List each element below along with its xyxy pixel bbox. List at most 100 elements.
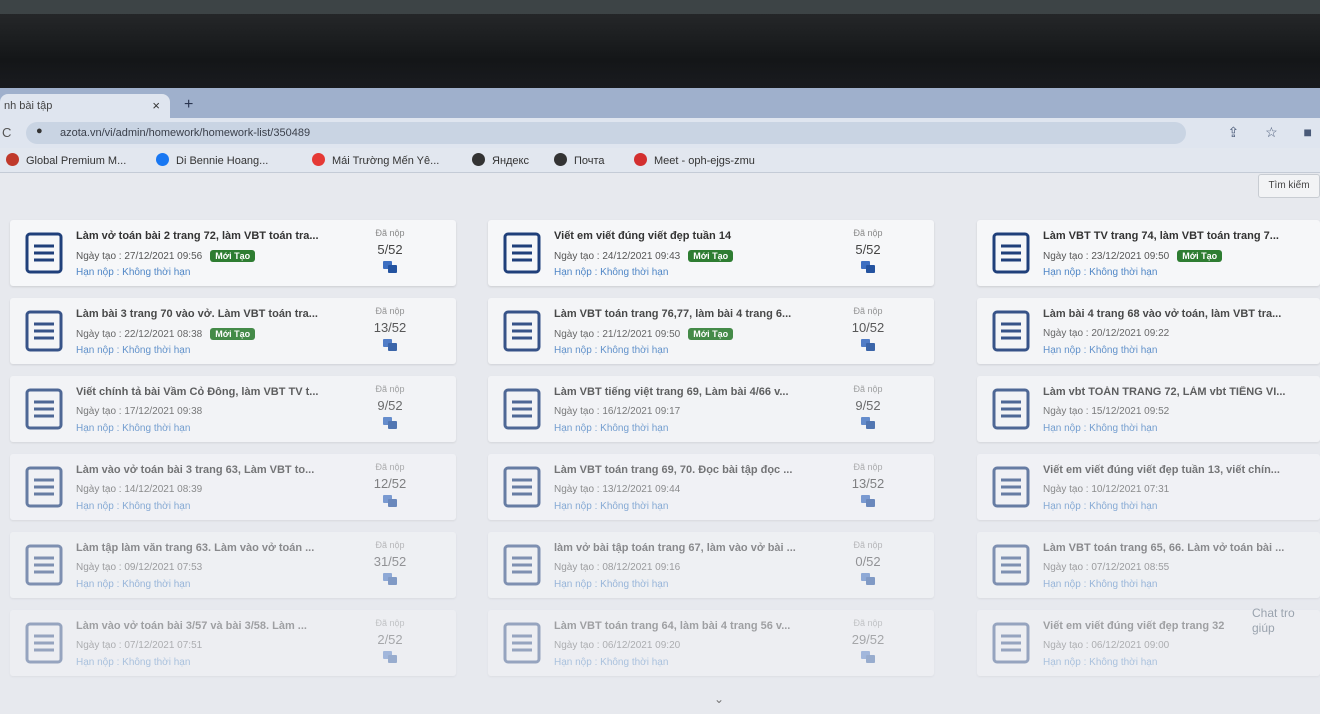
created-date: Ngày tạo : 13/12/2021 09:44 — [554, 484, 680, 495]
homework-card[interactable]: Làm vở toán bài 2 trang 72, làm VBT toán… — [10, 220, 456, 286]
created-label: Ngày tạo : — [1043, 406, 1092, 417]
homework-title[interactable]: Làm vở toán bài 2 trang 72, làm VBT toán… — [76, 230, 346, 242]
homework-card[interactable]: Làm tập làm văn trang 63. Làm vào vở toá… — [10, 532, 456, 598]
reload-icon[interactable]: C — [2, 125, 11, 140]
homework-title[interactable]: Làm tập làm văn trang 63. Làm vào vở toá… — [76, 542, 346, 554]
chat-help-hint[interactable]: Chat tro giúp — [1252, 606, 1318, 636]
copy-icon[interactable] — [861, 495, 875, 507]
homework-title[interactable]: Làm bài 4 trang 68 vào vở toán, làm VBT … — [1043, 308, 1313, 320]
homework-title[interactable]: Làm VBT toán trang 69, 70. Đọc bài tập đ… — [554, 464, 824, 476]
new-badge: Mới Tạo — [210, 250, 256, 262]
document-icon — [502, 310, 542, 352]
homework-card[interactable]: Làm VBT toán trang 64, làm bài 4 trang 5… — [488, 610, 934, 676]
new-badge: Mới Tạo — [688, 250, 734, 262]
homework-title[interactable]: Làm vbt TOÁN TRANG 72, LÀM vbt TIẾNG VI.… — [1043, 386, 1313, 398]
homework-title[interactable]: Viết chính tả bài Vầm Cỏ Đông, làm VBT T… — [76, 386, 346, 398]
created-value: 06/12/2021 09:00 — [1091, 640, 1170, 651]
copy-icon[interactable] — [861, 417, 875, 429]
homework-title[interactable]: Làm VBT toán trang 76,77, làm bài 4 tran… — [554, 308, 824, 320]
homework-title[interactable]: làm vở bài tập toán trang 67, làm vào vở… — [554, 542, 824, 554]
homework-title[interactable]: Viết em viết đúng viết đẹp tuần 14 — [554, 230, 824, 242]
submitted-label: Đã nộp — [375, 384, 405, 394]
submission-stats: Đã nộp 9/52 — [838, 384, 898, 429]
chevron-down-icon[interactable]: ⌄ — [714, 692, 724, 706]
deadline-text: Hạn nộp : Không thời hạn — [1043, 579, 1158, 590]
homework-card[interactable]: Làm vào vở toán bài 3/57 và bài 3/58. Là… — [10, 610, 456, 676]
created-label: Ngày tạo : — [554, 251, 603, 262]
homework-title[interactable]: Làm bài 3 trang 70 vào vở. Làm VBT toán … — [76, 308, 346, 320]
copy-icon[interactable] — [383, 573, 397, 585]
deadline-text: Hạn nộp : Không thời hạn — [76, 657, 191, 668]
copy-icon[interactable] — [861, 339, 875, 351]
homework-title[interactable]: Làm vào vở toán bài 3 trang 63, Làm VBT … — [76, 464, 346, 476]
document-icon — [502, 232, 542, 274]
share-icon[interactable]: ⇪ — [1227, 124, 1239, 140]
homework-title[interactable]: Làm VBT toán trang 65, 66. Làm vở toán b… — [1043, 542, 1313, 554]
bookmark-item[interactable]: Яндекс — [472, 153, 529, 167]
tab-bar: nh bài tập × + — [0, 88, 1320, 118]
submission-stats: Đã nộp 5/52 — [838, 228, 898, 273]
copy-icon[interactable] — [383, 417, 397, 429]
copy-icon[interactable] — [383, 651, 397, 663]
bezel-top-strip — [0, 0, 1320, 14]
document-icon — [24, 544, 64, 586]
new-badge: Mới Tạo — [1177, 250, 1223, 262]
copy-icon[interactable] — [861, 261, 875, 273]
homework-title[interactable]: Làm VBT tiếng việt trang 69, Làm bài 4/6… — [554, 386, 824, 398]
created-label: Ngày tạo : — [76, 329, 125, 340]
homework-card[interactable]: Làm VBT toán trang 76,77, làm bài 4 tran… — [488, 298, 934, 364]
created-value: 23/12/2021 09:50 — [1091, 251, 1170, 262]
copy-icon[interactable] — [383, 261, 397, 273]
lock-icon: ● — [36, 125, 43, 137]
homework-card[interactable]: Viết em viết đúng viết đẹp tuần 14 Ngày t… — [488, 220, 934, 286]
submission-stats: Đã nộp 29/52 — [838, 618, 898, 663]
submitted-label: Đã nộp — [375, 228, 405, 238]
submitted-label: Đã nộp — [853, 384, 883, 394]
copy-icon[interactable] — [861, 651, 875, 663]
close-icon[interactable]: × — [152, 98, 160, 113]
star-icon[interactable]: ☆ — [1265, 124, 1278, 140]
homework-card[interactable]: Làm vào vở toán bài 3 trang 63, Làm VBT … — [10, 454, 456, 520]
homework-card[interactable]: Làm bài 3 trang 70 vào vở. Làm VBT toán … — [10, 298, 456, 364]
submitted-count: 5/52 — [855, 242, 881, 257]
created-value: 07/12/2021 07:51 — [124, 640, 203, 651]
homework-card[interactable]: Làm VBT tiếng việt trang 69, Làm bài 4/6… — [488, 376, 934, 442]
copy-icon[interactable] — [383, 495, 397, 507]
extension-icon[interactable]: ■ — [1304, 124, 1312, 140]
document-icon — [24, 622, 64, 664]
globe-icon — [6, 153, 19, 166]
document-icon — [502, 544, 542, 586]
created-label: Ngày tạo : — [1043, 640, 1092, 651]
new-badge: Mới Tạo — [688, 328, 734, 340]
created-value: 17/12/2021 09:38 — [124, 406, 203, 417]
deadline-text: Hạn nộp : Không thời hạn — [554, 423, 669, 434]
homework-title[interactable]: Làm vào vở toán bài 3/57 và bài 3/58. Là… — [76, 620, 346, 632]
homework-card[interactable]: làm vở bài tập toán trang 67, làm vào vở… — [488, 532, 934, 598]
homework-title[interactable]: Làm VBT TV trang 74, làm VBT toán trang … — [1043, 230, 1313, 242]
bookmark-item[interactable]: Meet - oph-ejgs-zmu — [634, 153, 755, 167]
homework-card[interactable]: Viết em viết đúng viết đẹp tuần 13, viết… — [977, 454, 1320, 520]
document-icon — [991, 466, 1031, 508]
new-tab-button[interactable]: + — [184, 96, 193, 114]
url-field[interactable]: ● azota.vn/vi/admin/homework/homework-li… — [26, 122, 1186, 144]
search-button[interactable]: Tìm kiếm — [1258, 174, 1320, 198]
bookmark-item[interactable]: Почта — [554, 153, 605, 167]
copy-icon[interactable] — [861, 573, 875, 585]
homework-card[interactable]: Làm VBT TV trang 74, làm VBT toán trang … — [977, 220, 1320, 286]
created-value: 08/12/2021 09:16 — [602, 562, 681, 573]
homework-title[interactable]: Viết em viết đúng viết đẹp tuần 13, viết… — [1043, 464, 1313, 476]
tab-homework[interactable]: nh bài tập × — [0, 94, 170, 118]
homework-card[interactable]: Làm VBT toán trang 69, 70. Đọc bài tập đ… — [488, 454, 934, 520]
homework-card[interactable]: Làm VBT toán trang 65, 66. Làm vở toán b… — [977, 532, 1320, 598]
homework-title[interactable]: Làm VBT toán trang 64, làm bài 4 trang 5… — [554, 620, 824, 632]
copy-icon[interactable] — [383, 339, 397, 351]
bookmark-item[interactable]: Global Premium M... — [6, 153, 126, 167]
homework-card[interactable]: Viết chính tả bài Vầm Cỏ Đông, làm VBT T… — [10, 376, 456, 442]
document-icon — [991, 622, 1031, 664]
bookmark-item[interactable]: Mái Trường Mến Yê... — [312, 153, 439, 167]
homework-card[interactable]: Làm bài 4 trang 68 vào vở toán, làm VBT … — [977, 298, 1320, 364]
created-value: 09/12/2021 07:53 — [124, 562, 203, 573]
homework-card[interactable]: Làm vbt TOÁN TRANG 72, LÀM vbt TIẾNG VI.… — [977, 376, 1320, 442]
bookmark-item[interactable]: Di Bennie Hoang... — [156, 153, 268, 167]
bookmark-label: Meet - oph-ejgs-zmu — [654, 155, 755, 167]
